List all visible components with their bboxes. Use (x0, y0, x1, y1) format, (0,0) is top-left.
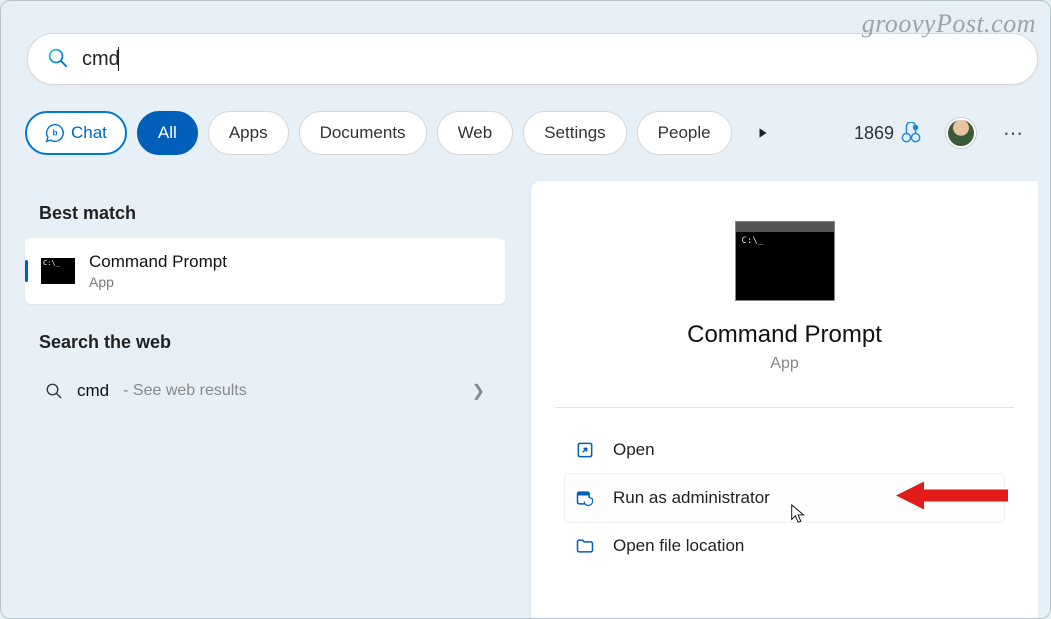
action-open[interactable]: Open (565, 426, 1004, 474)
folder-icon (575, 536, 595, 556)
action-admin-label: Run as administrator (613, 488, 770, 508)
search-bar[interactable]: cmd (27, 33, 1038, 85)
tab-apps-label: Apps (229, 123, 268, 143)
chat-label: Chat (71, 123, 107, 143)
app-title: Command Prompt (565, 321, 1004, 349)
tab-web[interactable]: Web (437, 111, 514, 155)
web-query-text: cmd (77, 381, 109, 401)
best-match-title: Command Prompt (89, 252, 227, 272)
divider (555, 407, 1014, 408)
svg-text:b: b (52, 128, 57, 138)
results-column: Best match Command Prompt App Search the… (25, 187, 505, 415)
rewards-points[interactable]: 1869 (854, 122, 922, 144)
search-icon (46, 46, 68, 73)
more-tabs-button[interactable] (748, 118, 778, 148)
search-input[interactable]: cmd (82, 48, 120, 71)
tab-settings-label: Settings (544, 123, 605, 143)
tab-people[interactable]: People (637, 111, 732, 155)
search-icon (45, 382, 63, 400)
user-avatar[interactable] (946, 118, 976, 148)
app-subtitle: App (565, 355, 1004, 373)
annotation-arrow (890, 478, 1010, 519)
app-preview-icon (735, 221, 835, 301)
tab-web-label: Web (458, 123, 493, 143)
command-prompt-icon (41, 258, 75, 284)
search-web-heading: Search the web (39, 332, 505, 353)
shield-admin-icon (575, 488, 595, 508)
best-match-sub: App (89, 274, 227, 290)
tab-people-label: People (658, 123, 711, 143)
points-value: 1869 (854, 123, 894, 144)
preview-panel: Command Prompt App Open Run as administr… (531, 181, 1038, 618)
action-location-label: Open file location (613, 536, 744, 556)
text-caret (118, 47, 119, 71)
web-hint-text: - See web results (123, 382, 247, 400)
open-icon (575, 440, 595, 460)
tab-documents-label: Documents (320, 123, 406, 143)
mouse-cursor-icon (789, 504, 807, 526)
action-file-location[interactable]: Open file location (565, 522, 1004, 570)
best-match-item[interactable]: Command Prompt App (25, 238, 505, 304)
web-result-item[interactable]: cmd - See web results ❯ (25, 367, 505, 415)
tab-apps[interactable]: Apps (208, 111, 289, 155)
watermark-text: groovyPost.com (862, 9, 1036, 39)
chat-button[interactable]: b Chat (25, 111, 127, 155)
best-match-heading: Best match (39, 203, 505, 224)
action-open-label: Open (613, 440, 655, 460)
tab-settings[interactable]: Settings (523, 111, 626, 155)
chevron-right-icon: ❯ (472, 381, 485, 401)
tab-all[interactable]: All (137, 111, 198, 155)
filter-row: b Chat All Apps Documents Web Settings P… (25, 111, 1030, 155)
action-run-admin[interactable]: Run as administrator (565, 474, 1004, 522)
more-options-button[interactable]: ⋯ (996, 116, 1030, 150)
tab-all-label: All (158, 123, 177, 143)
tab-documents[interactable]: Documents (299, 111, 427, 155)
